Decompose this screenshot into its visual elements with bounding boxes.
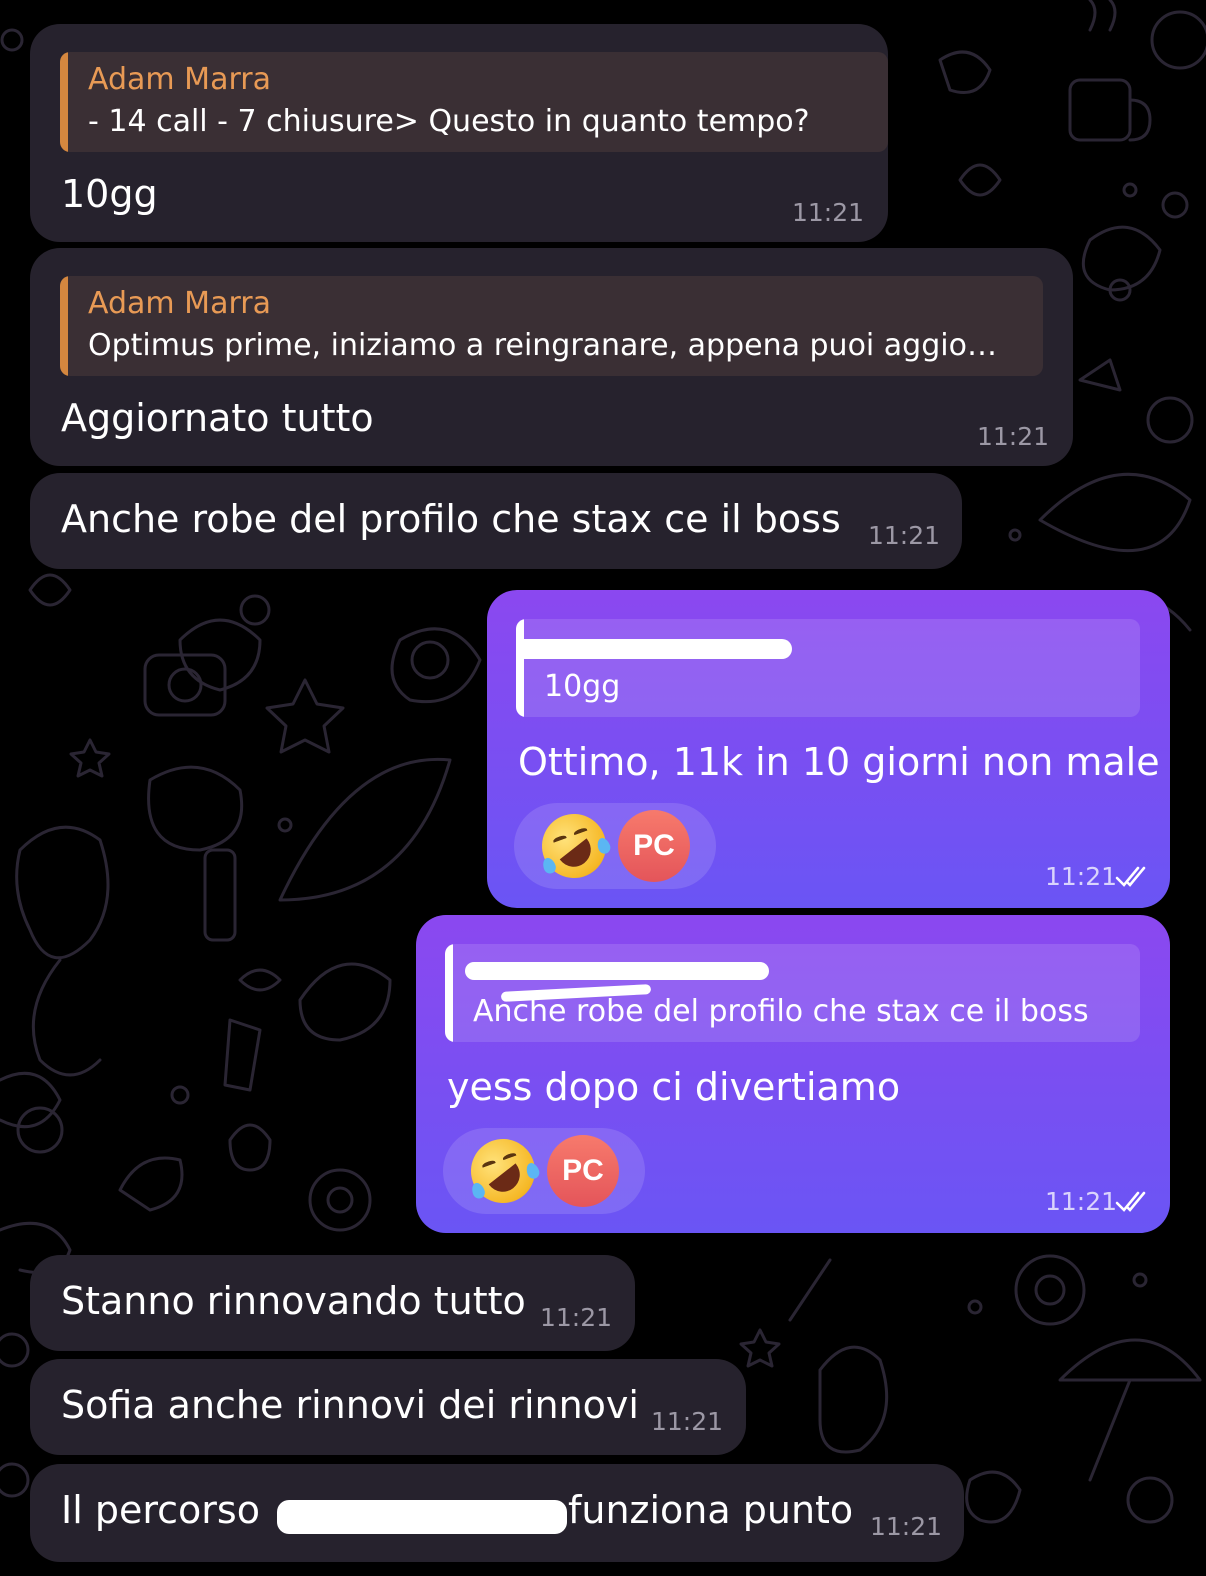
message-time: 11:21 (977, 422, 1050, 451)
reply-quote[interactable]: Adam Marra - 14 call - 7 chiusure> Quest… (60, 52, 888, 152)
message-time: 11:21 (1045, 1187, 1118, 1216)
reply-accent-bar (60, 276, 68, 376)
reply-author-name: Adam Marra (88, 286, 271, 321)
reply-quote[interactable]: 10gg (516, 619, 1140, 717)
reactor-avatar[interactable]: PC (547, 1135, 619, 1207)
reply-preview-text: Optimus prime, iniziamo a reingranare, a… (88, 328, 997, 363)
message-time: 11:21 (540, 1303, 613, 1332)
message-time: 11:21 (792, 198, 865, 227)
incoming-message[interactable]: Anche robe del profilo che stax ce il bo… (30, 473, 962, 569)
message-text: Aggiornato tutto (61, 396, 374, 440)
rolling-on-floor-laughing-emoji-icon[interactable] (461, 1129, 545, 1213)
incoming-message[interactable]: Adam Marra Optimus prime, iniziamo a rei… (30, 248, 1073, 466)
reply-author-name: Adam Marra (88, 62, 271, 97)
outgoing-message[interactable]: 10gg Ottimo, 11k in 10 giorni non male P… (487, 590, 1170, 908)
reply-accent-bar (60, 52, 68, 152)
redacted-text (277, 1500, 567, 1534)
message-time: 11:21 (651, 1407, 724, 1436)
message-time: 11:21 (868, 521, 941, 550)
reply-quote[interactable]: Anche robe del profilo che stax ce il bo… (445, 944, 1140, 1042)
reply-preview-text: Anche robe del profilo che stax ce il bo… (473, 994, 1089, 1029)
reply-preview-text: - 14 call - 7 chiusure> Questo in quanto… (88, 104, 810, 139)
incoming-message[interactable]: Adam Marra - 14 call - 7 chiusure> Quest… (30, 24, 888, 242)
incoming-message[interactable]: Il percorso funziona punto 11:21 (30, 1464, 964, 1562)
message-time: 11:21 (870, 1512, 943, 1541)
incoming-message[interactable]: Stanno rinnovando tutto 11:21 (30, 1255, 635, 1351)
rolling-on-floor-laughing-emoji-icon[interactable] (532, 804, 616, 888)
reactor-avatar[interactable]: PC (618, 810, 690, 882)
message-text: Ottimo, 11k in 10 giorni non male (518, 740, 1160, 784)
redacted-reply-author (465, 962, 769, 980)
message-text: yess dopo ci divertiamo (447, 1065, 901, 1109)
read-double-check-icon (1115, 866, 1146, 887)
outgoing-message[interactable]: Anche robe del profilo che stax ce il bo… (416, 915, 1170, 1233)
reply-preview-text: 10gg (544, 669, 621, 704)
read-double-check-icon (1115, 1191, 1146, 1212)
redacted-reply-author (516, 639, 792, 659)
message-text: Stanno rinnovando tutto (61, 1279, 526, 1323)
reply-accent-bar (445, 944, 453, 1042)
reply-quote[interactable]: Adam Marra Optimus prime, iniziamo a rei… (60, 276, 1043, 376)
message-text-end: funziona punto (568, 1488, 854, 1532)
reactions-bar[interactable]: PC (514, 803, 716, 889)
message-text: Anche robe del profilo che stax ce il bo… (61, 497, 841, 541)
reply-accent-bar (516, 619, 524, 717)
message-text-start: Il percorso (61, 1488, 260, 1532)
message-time: 11:21 (1045, 862, 1118, 891)
message-text: Sofia anche rinnovi dei rinnovi (61, 1383, 639, 1427)
incoming-message[interactable]: Sofia anche rinnovi dei rinnovi 11:21 (30, 1359, 746, 1455)
message-text: 10gg (61, 172, 158, 216)
reactions-bar[interactable]: PC (443, 1128, 645, 1214)
